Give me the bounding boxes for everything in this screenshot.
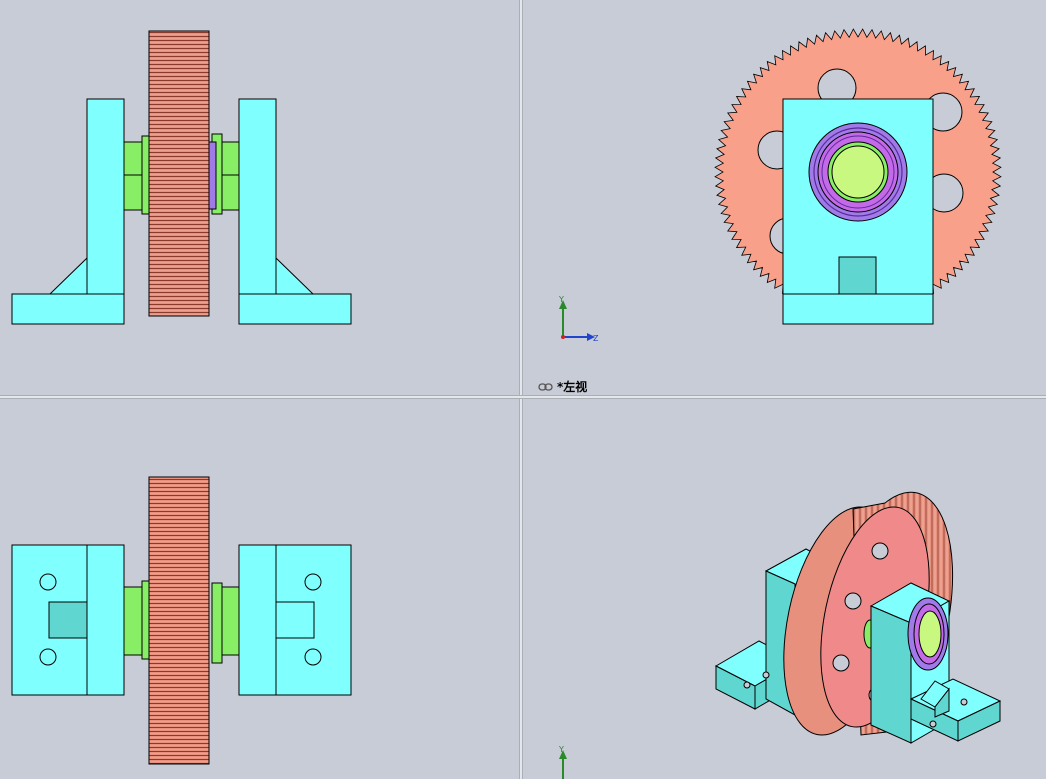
viewport-splitter-vertical[interactable] — [519, 0, 523, 779]
triad-icon-iso: Y — [558, 745, 567, 779]
left-bracket-top — [11, 544, 125, 696]
front-bracket — [869, 582, 1002, 744]
viewport-splitter-horizontal[interactable] — [0, 395, 1046, 399]
right-bracket-top — [238, 544, 352, 696]
triad-y-label: Y — [558, 295, 564, 304]
viewport-front[interactable] — [0, 0, 519, 395]
view-label[interactable]: *左视 — [538, 378, 587, 395]
viewport-left[interactable]: Y Z *左视 — [523, 0, 1046, 395]
left-view-drawing: Y Z — [558, 28, 1002, 343]
viewport-top[interactable] — [0, 399, 519, 779]
isometric-drawing: Y — [558, 491, 1002, 779]
top-view-drawing — [11, 476, 352, 765]
view-name: *左视 — [557, 380, 588, 394]
bearing — [808, 122, 908, 222]
cad-window: Y Z *左视 Y — [0, 0, 1046, 779]
left-bracket — [11, 98, 125, 325]
right-bracket — [238, 98, 352, 325]
front-view-drawing — [11, 30, 352, 325]
triad-z-label: Z — [593, 334, 599, 343]
triad-y-label-iso: Y — [558, 745, 564, 754]
viewport-isometric[interactable]: Y — [523, 399, 1046, 779]
gear-top — [148, 476, 210, 765]
triad-icon: Y Z — [558, 295, 599, 343]
link-icon — [538, 382, 553, 391]
gear — [148, 30, 210, 317]
